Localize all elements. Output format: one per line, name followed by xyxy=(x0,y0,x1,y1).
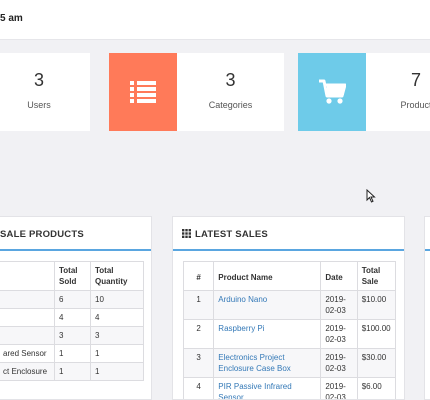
cell-sold: 4 xyxy=(54,308,91,327)
latest-sales-title: LATEST SALES xyxy=(195,229,268,240)
cart-icon xyxy=(319,79,346,104)
cell-product xyxy=(0,308,55,327)
top-sale-products-header: SALE PRODUCTS xyxy=(0,217,151,251)
cell-quantity: 1 xyxy=(90,344,144,363)
col-number: # xyxy=(182,261,215,291)
cell-product-name: Raspberry Pi xyxy=(213,319,322,349)
table-row: 4 PIR Passive Infrared Sensor 2019-02-03… xyxy=(182,377,397,399)
cell-quantity: 10 xyxy=(90,290,144,309)
cell-product-name: Electronics Project Enclosure Case Box xyxy=(213,348,322,378)
product-link[interactable]: Raspberry Pi xyxy=(218,324,264,333)
products-icon-box xyxy=(298,53,366,131)
col-product-name: Product Name xyxy=(213,261,322,291)
cell-date: 2019-02-03 xyxy=(320,348,358,378)
categories-count: 3 xyxy=(225,70,236,90)
cell-product-name: PIR Passive Infrared Sensor xyxy=(213,377,322,399)
cell-sold: 6 xyxy=(54,290,91,309)
table-row: ct Enclosure 1 1 xyxy=(0,362,144,381)
cell-sold: 3 xyxy=(54,326,91,345)
categories-icon-box xyxy=(109,53,177,131)
table-row: ared Sensor 1 1 xyxy=(0,344,144,363)
cell-total-sale: $30.00 xyxy=(356,348,397,378)
table-row: 3 3 xyxy=(0,326,144,345)
cell-product: ared Sensor xyxy=(0,344,55,363)
products-label: Product xyxy=(400,100,430,110)
top-navbar: 5 am xyxy=(0,0,430,40)
cell-date: 2019-02-03 xyxy=(320,377,358,399)
col-total-sale: Total Sale xyxy=(356,261,397,291)
stat-card-users[interactable]: 3 Users xyxy=(0,53,90,131)
users-count: 3 xyxy=(33,70,44,90)
table-row: 1 Arduino Nano 2019-02-03 $10.00 xyxy=(182,290,397,320)
recent-products-header xyxy=(425,217,430,251)
latest-sales-header: LATEST SALES xyxy=(173,217,404,251)
cell-sold: 1 xyxy=(54,362,91,381)
cell-total-sale: $6.00 xyxy=(356,377,397,399)
table-row: 3 Electronics Project Enclosure Case Box… xyxy=(182,348,397,378)
cell-quantity: 3 xyxy=(90,326,144,345)
grid-icon xyxy=(182,229,191,238)
cell-number: 2 xyxy=(182,319,215,349)
product-link[interactable]: Arduino Nano xyxy=(218,295,267,304)
table-row: 2 Raspberry Pi 2019-02-03 $100.00 xyxy=(182,319,397,349)
top-sale-products-panel: SALE PRODUCTS Total Sold Total Quantity … xyxy=(0,216,152,400)
cell-quantity: 1 xyxy=(90,362,144,381)
stat-card-products[interactable]: 7 Product xyxy=(298,53,430,131)
users-label: Users xyxy=(27,100,51,110)
col-total-sold: Total Sold xyxy=(54,261,91,291)
products-count: 7 xyxy=(410,70,421,90)
latest-sales-panel: LATEST SALES # Product Name Date Total S… xyxy=(172,216,405,400)
recent-products-panel xyxy=(424,216,430,400)
table-row: 4 4 xyxy=(0,308,144,327)
cell-quantity: 4 xyxy=(90,308,144,327)
cell-product xyxy=(0,290,55,309)
cell-sold: 1 xyxy=(54,344,91,363)
latest-sales-table: # Product Name Date Total Sale 1 Arduino… xyxy=(182,261,397,399)
cell-product xyxy=(0,326,55,345)
table-header-row: # Product Name Date Total Sale xyxy=(182,261,397,291)
mouse-cursor-icon xyxy=(366,189,376,203)
cell-product-name: Arduino Nano xyxy=(213,290,322,320)
top-sale-products-table: Total Sold Total Quantity 6 10 4 4 3 3 a… xyxy=(0,261,144,381)
cell-number: 3 xyxy=(182,348,215,378)
product-link[interactable]: PIR Passive Infrared Sensor xyxy=(218,382,291,399)
top-sale-products-title: SALE PRODUCTS xyxy=(0,229,84,240)
col-date: Date xyxy=(320,261,358,291)
cell-number: 4 xyxy=(182,377,215,399)
cell-date: 2019-02-03 xyxy=(320,290,358,320)
header-time: 5 am xyxy=(0,13,23,24)
cell-product: ct Enclosure xyxy=(0,362,55,381)
list-icon xyxy=(130,81,156,103)
stat-card-categories[interactable]: 3 Categories xyxy=(109,53,284,131)
col-total-quantity: Total Quantity xyxy=(90,261,144,291)
table-row: 6 10 xyxy=(0,290,144,309)
cell-total-sale: $10.00 xyxy=(356,290,397,320)
col-product xyxy=(0,261,55,291)
product-link[interactable]: Electronics Project Enclosure Case Box xyxy=(218,353,290,373)
table-header-row: Total Sold Total Quantity xyxy=(0,261,144,291)
cell-total-sale: $100.00 xyxy=(356,319,397,349)
cell-number: 1 xyxy=(182,290,215,320)
cell-date: 2019-02-03 xyxy=(320,319,358,349)
categories-label: Categories xyxy=(208,100,253,110)
